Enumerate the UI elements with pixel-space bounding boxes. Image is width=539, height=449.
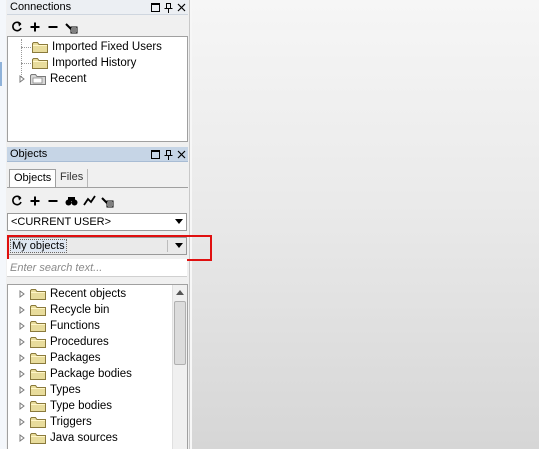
expand-arrow-icon[interactable]	[18, 354, 26, 362]
maximize-icon[interactable]	[150, 3, 160, 13]
objects-titlebar: Objects	[7, 147, 188, 162]
properties-icon[interactable]	[100, 194, 114, 208]
folder-icon	[30, 400, 46, 412]
tree-item[interactable]: Recent objects	[18, 286, 126, 302]
connection-item[interactable]: Imported Fixed Users	[32, 39, 162, 55]
tree-item[interactable]: Types	[18, 382, 81, 398]
search-input[interactable]: Enter search text...	[7, 259, 187, 277]
expand-arrow-icon[interactable]	[18, 306, 26, 314]
connection-item[interactable]: Imported History	[32, 55, 136, 71]
dock-accent	[0, 62, 2, 86]
main-workspace	[192, 0, 539, 449]
maximize-icon[interactable]	[150, 150, 160, 160]
recent-folder-icon	[30, 73, 46, 85]
connection-item-recent[interactable]: Recent	[18, 71, 86, 87]
refresh-icon[interactable]	[10, 194, 24, 208]
objects-toolbar	[10, 193, 114, 209]
remove-icon[interactable]	[46, 20, 60, 34]
user-select[interactable]: <CURRENT USER>	[7, 213, 187, 231]
expand-arrow-icon[interactable]	[18, 338, 26, 346]
folder-icon	[30, 416, 46, 428]
folder-icon	[32, 41, 48, 53]
expand-arrow-icon[interactable]	[18, 370, 26, 378]
properties-icon[interactable]	[64, 20, 78, 34]
tree-item[interactable]: Java sources	[18, 430, 118, 446]
tree-item[interactable]: Package bodies	[18, 366, 132, 382]
tree-guide	[21, 63, 31, 64]
folder-icon	[30, 320, 46, 332]
expand-arrow-icon[interactable]	[18, 386, 26, 394]
objects-tree[interactable]: Recent objects Recycle bin Functions Pro…	[7, 284, 188, 449]
tree-item[interactable]: Triggers	[18, 414, 92, 430]
expand-arrow-icon[interactable]	[18, 434, 26, 442]
close-icon[interactable]	[176, 3, 186, 13]
pin-icon[interactable]	[163, 149, 173, 160]
objects-title: Objects	[10, 148, 48, 160]
connections-titlebar: Connections	[7, 0, 188, 15]
folder-icon	[30, 432, 46, 444]
expand-arrow-icon[interactable]	[18, 290, 26, 298]
connections-title: Connections	[10, 1, 72, 13]
folder-icon	[30, 304, 46, 316]
tab-objects[interactable]: Objects	[9, 169, 57, 188]
add-icon[interactable]	[28, 194, 42, 208]
connections-toolbar	[10, 19, 78, 35]
expand-arrow-icon[interactable]	[18, 418, 26, 426]
expand-arrow-icon[interactable]	[18, 322, 26, 330]
tree-item[interactable]: Packages	[18, 350, 101, 366]
folder-icon	[30, 368, 46, 380]
objects-scrollbar[interactable]	[172, 285, 187, 449]
scroll-up-icon[interactable]	[176, 290, 184, 295]
folder-icon	[32, 57, 48, 69]
tree-guide	[21, 47, 31, 48]
tree-item[interactable]: Functions	[18, 318, 100, 334]
filter-icon[interactable]	[82, 194, 96, 208]
folder-icon	[30, 288, 46, 300]
remove-icon[interactable]	[46, 194, 60, 208]
folder-icon	[30, 336, 46, 348]
connections-tree[interactable]: Imported Fixed Users Imported History Re…	[7, 36, 188, 142]
pin-icon[interactable]	[163, 2, 173, 13]
add-icon[interactable]	[28, 20, 42, 34]
tab-divider	[7, 187, 188, 188]
refresh-icon[interactable]	[10, 20, 24, 34]
tab-files[interactable]: Files	[56, 169, 89, 187]
tree-item[interactable]: Recycle bin	[18, 302, 109, 318]
folder-icon	[30, 352, 46, 364]
tree-item[interactable]: Procedures	[18, 334, 109, 350]
close-icon[interactable]	[176, 150, 186, 160]
expand-arrow-icon[interactable]	[18, 402, 26, 410]
expand-arrow-icon[interactable]	[18, 75, 26, 83]
scroll-thumb[interactable]	[174, 301, 186, 365]
annotation-highlight-box	[7, 235, 212, 261]
find-icon[interactable]	[64, 194, 78, 208]
folder-icon	[30, 384, 46, 396]
dropdown-arrow-icon[interactable]	[175, 219, 183, 224]
tree-item[interactable]: Type bodies	[18, 398, 112, 414]
